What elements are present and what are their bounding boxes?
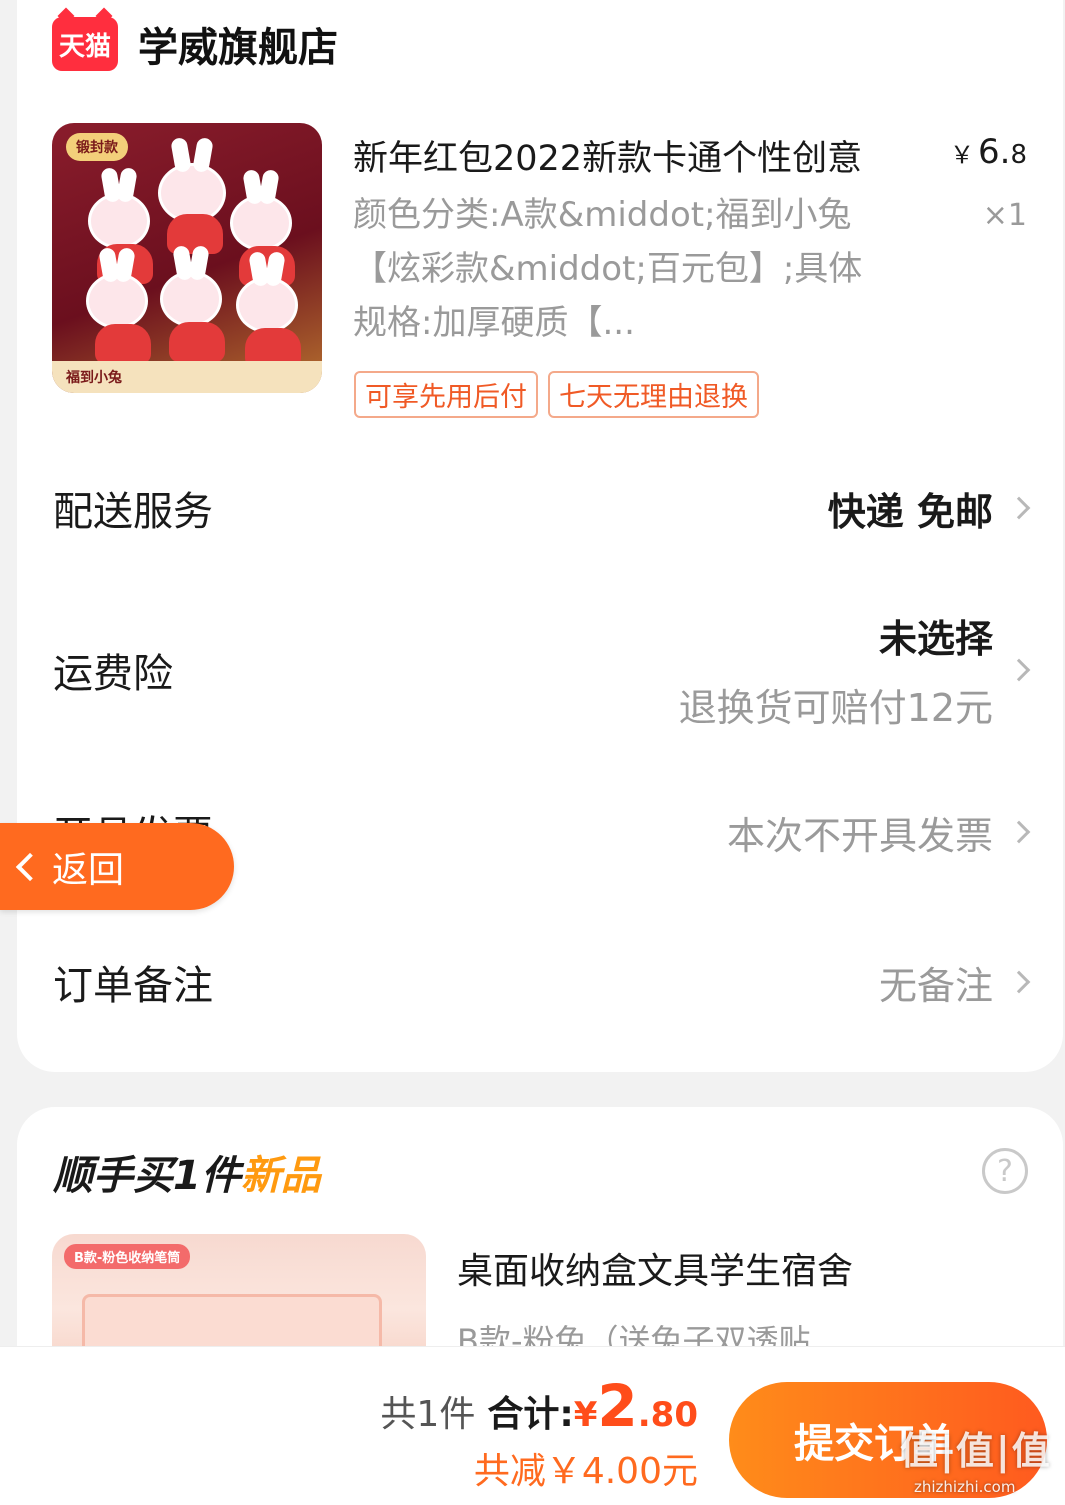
tag-seven-day-return: 七天无理由退换 — [548, 371, 759, 418]
product-sku[interactable]: 颜色分类:A款&middot;福到小兔【炫彩款&middot;百元包】;具体规格… — [353, 188, 883, 350]
service-tags: 可享先用后付 七天无理由退换 — [354, 371, 759, 418]
chevron-right-icon — [1007, 658, 1031, 682]
bunny-illustration — [86, 246, 151, 364]
watermark-logo: 值|值|值 — [900, 1429, 1052, 1473]
upsell-title-prefix: 顺手买1件 — [53, 1153, 241, 1199]
shipping-insurance-row[interactable]: 运费险 未选择 退换货可赔付12元 — [53, 610, 1031, 730]
product-image-tag: 锻封款 — [66, 133, 128, 161]
upsell-item-name[interactable]: 桌面收纳盒文具学生宿舍 — [457, 1242, 853, 1294]
bunny-illustration — [230, 168, 295, 286]
store-name[interactable]: 学威旗舰店 — [138, 15, 338, 73]
total-currency: ¥ — [573, 1395, 598, 1435]
chevron-right-icon — [1007, 820, 1031, 844]
upsell-title: 顺手买1件新品 — [53, 1143, 321, 1201]
invoice-value: 本次不开具发票 — [726, 813, 993, 858]
insurance-value: 未选择 — [878, 617, 993, 661]
order-total: 共1件 合计: ¥ 2 .80 — [380, 1372, 698, 1440]
bunny-illustration — [160, 244, 225, 362]
tmall-logo-text: 天猫 — [58, 31, 111, 62]
bunny-illustration — [236, 250, 301, 368]
total-decimal: .80 — [637, 1395, 698, 1435]
tag-pay-later: 可享先用后付 — [354, 371, 538, 418]
product-price: ￥ 6.8 — [950, 132, 1027, 172]
watermark-url: zhizhizhi.com — [914, 1478, 1016, 1496]
bunny-illustration — [88, 166, 153, 284]
bunny-illustration — [158, 136, 226, 254]
chevron-left-icon — [15, 852, 45, 881]
tmall-logo: 天猫 — [52, 17, 118, 71]
insurance-label: 运费险 — [53, 651, 173, 697]
chevron-right-icon — [1007, 970, 1031, 994]
delivery-value: 快递 免邮 — [827, 489, 993, 534]
item-count: 共1件 — [380, 1394, 476, 1435]
delivery-label: 配送服务 — [53, 489, 213, 535]
remark-label: 订单备注 — [53, 963, 213, 1009]
product-image-footer: 福到小兔 — [52, 361, 322, 393]
upsell-title-highlight: 新品 — [240, 1153, 321, 1199]
product-quantity: ×1 — [982, 198, 1027, 233]
order-remark-row[interactable]: 订单备注 无备注 — [53, 952, 1031, 1012]
remark-value: 无备注 — [878, 963, 993, 1008]
insurance-subtext: 退换货可赔付12元 — [678, 686, 993, 730]
price-integer: 6. — [978, 132, 1011, 172]
store-header[interactable]: 天猫 学威旗舰店 — [52, 14, 338, 74]
back-button[interactable]: 返回 — [0, 823, 234, 910]
total-label: 合计: — [487, 1394, 574, 1435]
upsell-image-tag: B款-粉色收纳笔筒 — [64, 1244, 191, 1269]
delivery-row[interactable]: 配送服务 快递 免邮 — [53, 478, 1031, 538]
product-image[interactable]: 锻封款 福到小兔 — [52, 123, 322, 393]
help-icon-symbol: ? — [997, 1153, 1013, 1189]
price-currency: ￥ — [950, 141, 974, 169]
chevron-right-icon — [1007, 496, 1031, 520]
product-title[interactable]: 新年红包2022新款卡通个性创意 — [353, 130, 862, 181]
price-decimal: 8 — [1010, 140, 1027, 170]
back-button-label: 返回 — [52, 849, 125, 891]
help-icon[interactable]: ? — [982, 1148, 1028, 1194]
discount-total: 共减￥4.00元 — [473, 1451, 698, 1492]
total-integer: 2 — [597, 1372, 638, 1440]
